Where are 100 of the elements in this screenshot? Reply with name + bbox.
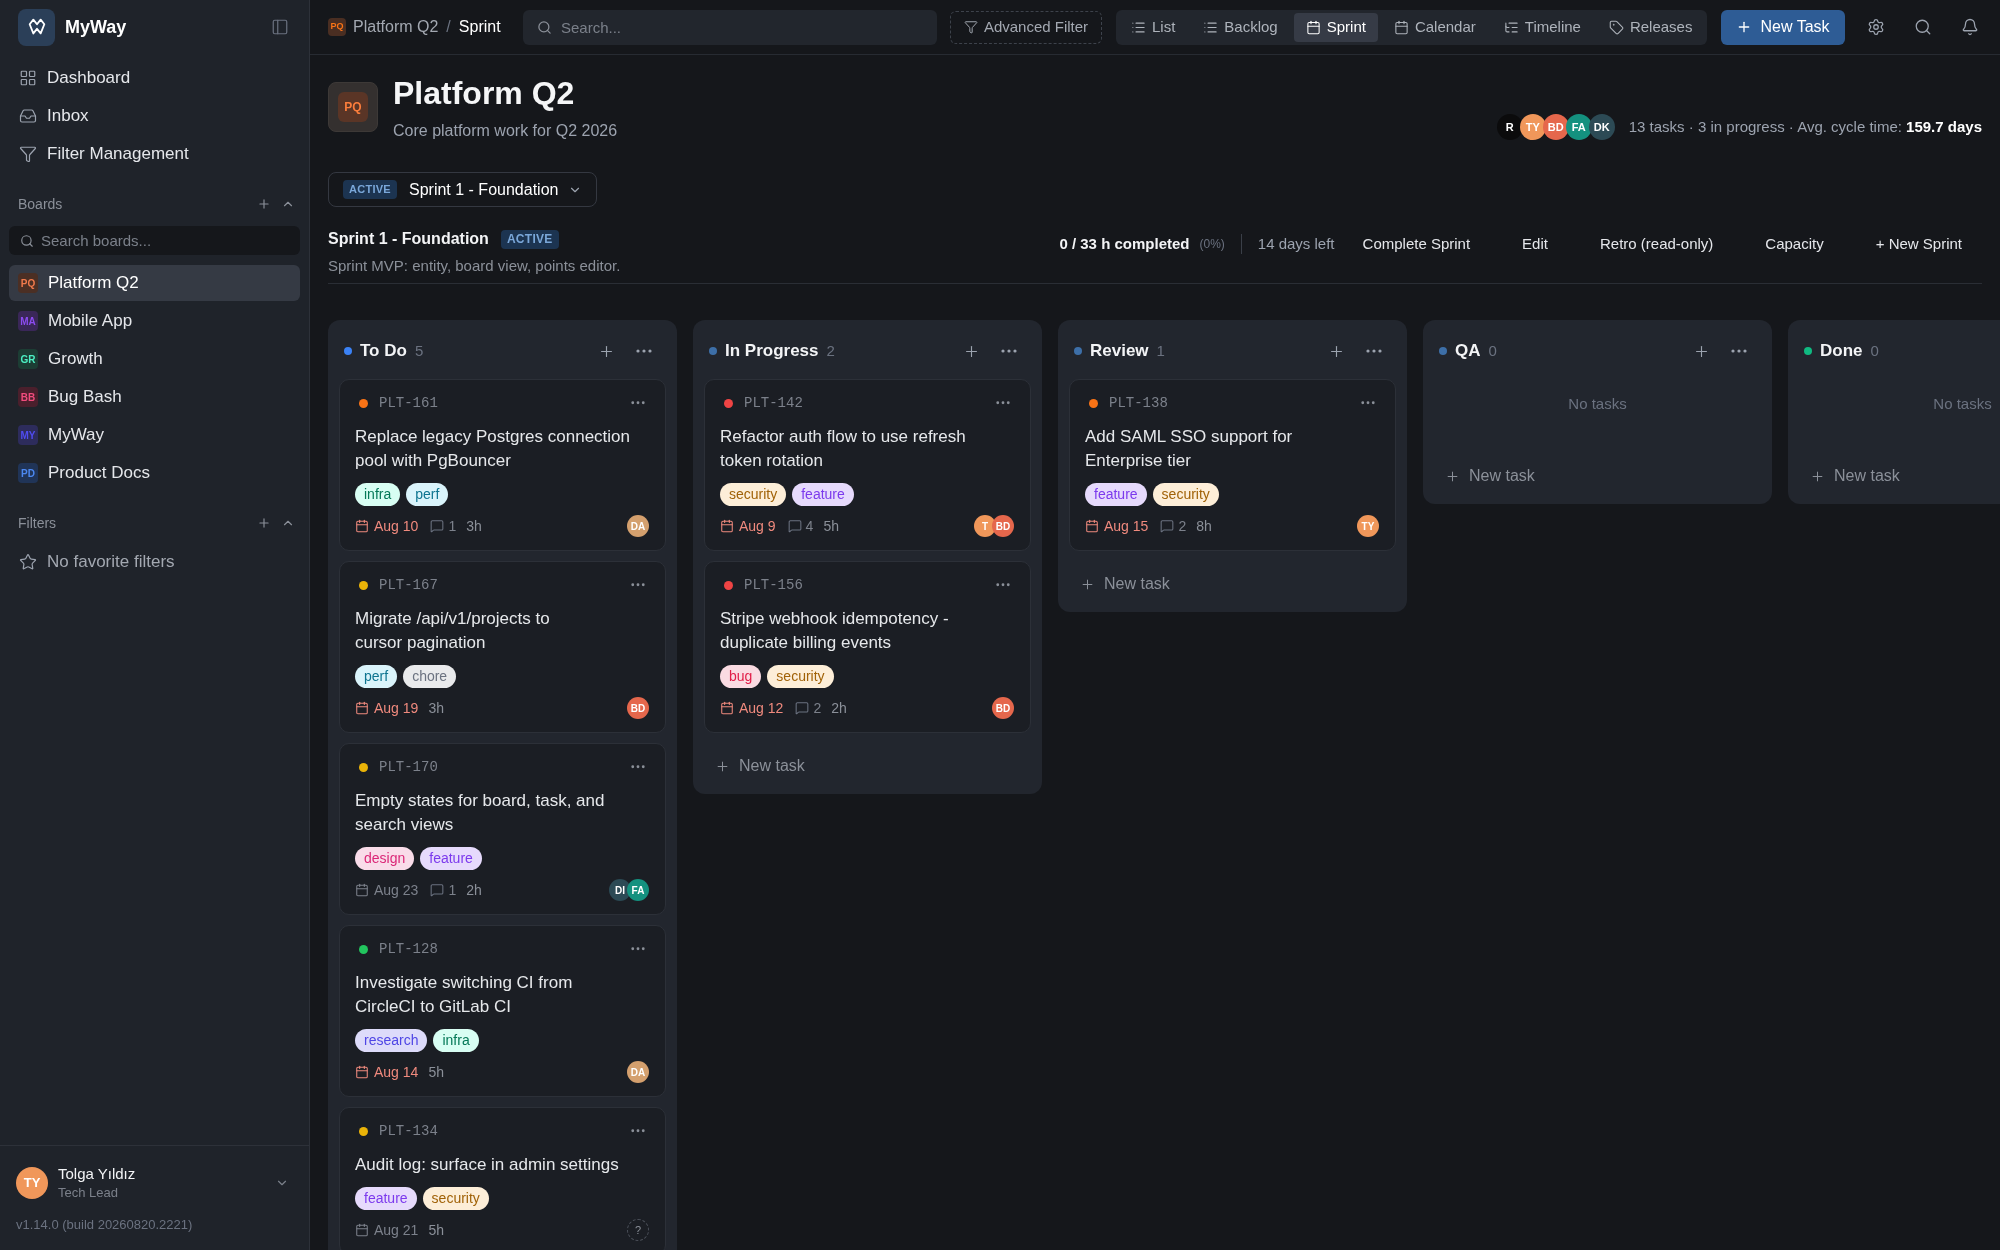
section-title: Boards [18, 194, 63, 214]
nav-item[interactable]: Filter Management [9, 135, 300, 173]
time-estimate: 8h [1196, 516, 1212, 536]
assignee-avatar: TY [1357, 515, 1379, 537]
days-left: 14 days left [1257, 233, 1335, 254]
task-count: 2 [826, 340, 835, 361]
task-tag: perf [355, 665, 398, 688]
new-task-button[interactable]: New Task [1721, 9, 1845, 45]
view-tab[interactable]: Sprint [1293, 12, 1378, 42]
board-badge: PQ [18, 273, 38, 293]
task-count: 5 [414, 340, 424, 361]
sprint-action-button[interactable]: Edit [1502, 228, 1568, 260]
board-item[interactable]: PD Product Docs [9, 455, 300, 491]
task-id: PLT-156 [744, 575, 803, 595]
task-id: PLT-138 [1109, 393, 1168, 413]
calendar-icon [1393, 19, 1409, 35]
task-tag: feature [355, 1187, 417, 1210]
column-title: Review [1090, 340, 1149, 363]
board-item[interactable]: MY MyWay [9, 417, 300, 453]
view-tab[interactable]: List [1119, 12, 1188, 42]
more-icon [1001, 349, 1017, 353]
task-tag: feature [792, 483, 854, 506]
new-task-button[interactable]: New task [1799, 456, 1910, 496]
comment-icon [430, 883, 445, 897]
task-title: Investigate switching CI from CircleCI to GitLab CI [355, 972, 574, 1018]
board-stats: 13 tasks · 3 in progress · Avg. cycle time: 159.7 days [1628, 116, 1982, 137]
search-boards-field[interactable]: Search boards... [9, 226, 300, 255]
more-icon [996, 401, 1010, 405]
breadcrumb-link[interactable]: Platform Q2 [353, 15, 439, 39]
task-title: Empty states for board, task, and search views [355, 790, 606, 836]
task-card[interactable]: PLT-156 Stripe webhook idempotency - duplicate billing events bug security Aug 12 2 2h BD [704, 561, 1031, 733]
column-title: In Progress [725, 340, 819, 363]
due-date: Aug 21 [374, 1220, 419, 1240]
sprint-name: Sprint 1 - Foundation [328, 229, 489, 249]
board-item[interactable]: PQ Platform Q2 [9, 265, 300, 301]
more-icon [631, 765, 645, 769]
star-icon [19, 553, 37, 571]
nav-item[interactable]: Inbox [9, 97, 300, 135]
view-tab[interactable]: Timeline [1491, 12, 1593, 42]
board-badge: GR [18, 349, 38, 369]
empty-message: No tasks [1933, 394, 1992, 414]
board-badge: MA [18, 311, 38, 331]
board-item[interactable]: BB Bug Bash [9, 379, 300, 415]
sprint-action-button[interactable]: Capacity [1745, 228, 1844, 260]
plus-icon [1445, 468, 1460, 484]
due-date: Aug 15 [1104, 516, 1149, 536]
nav-item[interactable]: Dashboard [9, 59, 300, 97]
comment-icon [430, 519, 445, 533]
list-icon [1131, 19, 1146, 35]
task-id: PLT-161 [379, 393, 438, 413]
board-item[interactable]: GR Growth [9, 341, 300, 377]
assignee-avatar: BD [992, 697, 1014, 719]
due-date: Aug 23 [374, 880, 419, 900]
task-title: Audit log: surface in admin settings [355, 1154, 620, 1176]
sprint-action-button[interactable]: Complete Sprint [1342, 228, 1491, 260]
sprint-select[interactable]: ACTIVE Sprint 1 - Foundation [328, 172, 598, 207]
new-task-button[interactable]: New task [704, 746, 815, 786]
task-tag: bug [720, 665, 762, 688]
view-tab[interactable]: Backlog [1191, 12, 1290, 42]
task-card[interactable]: PLT-170 Empty states for board, task, and search views design feature Aug 23 1 2h DI FA [339, 743, 666, 915]
bell-icon [1961, 18, 1979, 36]
task-tag: perf [406, 483, 449, 506]
due-date: Aug 9 [739, 516, 776, 536]
sprint-action-button[interactable]: + New Sprint [1855, 228, 1982, 260]
new-task-button[interactable]: New task [1434, 456, 1545, 496]
more-icon [631, 947, 645, 951]
completed-percent: (0%) [1199, 236, 1225, 253]
comment-count: 2 [813, 698, 822, 718]
board-badge: PQ [328, 18, 346, 36]
task-card[interactable]: PLT-161 Replace legacy Postgres connection pool with PgBouncer infra perf Aug 10 1 3h DA [339, 379, 666, 551]
task-tag: security [720, 483, 787, 506]
task-card[interactable]: PLT-142 Refactor auth flow to use refresh token rotation security feature Aug 9 4 5h T BD [704, 379, 1031, 551]
task-id: PLT-170 [379, 757, 438, 777]
task-tag: research [355, 1029, 428, 1052]
board-item[interactable]: MA Mobile App [9, 303, 300, 339]
board-subtitle: Core platform work for Q2 2026 [393, 121, 618, 141]
task-tag: infra [433, 1029, 479, 1052]
due-date: Aug 19 [374, 698, 419, 718]
view-tab[interactable]: Calendar [1381, 12, 1488, 42]
comment-icon [787, 519, 802, 533]
breadcrumb-current: Sprint [458, 17, 501, 37]
search-icon [1914, 18, 1932, 36]
task-card[interactable]: PLT-167 Migrate /api/v1/projects to cursor pagination perf chore Aug 19 3h BD [339, 561, 666, 733]
funnel-icon [19, 145, 37, 163]
task-card[interactable]: PLT-134 Audit log: surface in admin settings feature security Aug 21 5h ? [339, 1107, 666, 1250]
task-tag: security [1152, 483, 1219, 506]
new-task-button[interactable]: New task [1069, 564, 1180, 604]
board-logo-icon: PQ [328, 82, 378, 132]
plus-icon [257, 197, 271, 211]
logo-icon [18, 8, 55, 46]
sprint-action-button[interactable]: Retro (read-only) [1579, 228, 1734, 260]
view-tab[interactable]: Releases [1596, 12, 1705, 42]
advanced-filter-button[interactable]: Advanced Filter [950, 10, 1102, 44]
board-badge: MY [18, 425, 38, 445]
search-icon [537, 19, 552, 35]
search-field[interactable]: Search... [523, 9, 937, 45]
task-tag: design [355, 847, 415, 870]
comment-count: 1 [448, 880, 457, 900]
task-card[interactable]: PLT-128 Investigate switching CI from CircleCI to GitLab CI research infra Aug 14 5h DA [339, 925, 666, 1097]
task-card[interactable]: PLT-138 Add SAML SSO support for Enterprise tier feature security Aug 15 2 8h TY [1069, 379, 1396, 551]
